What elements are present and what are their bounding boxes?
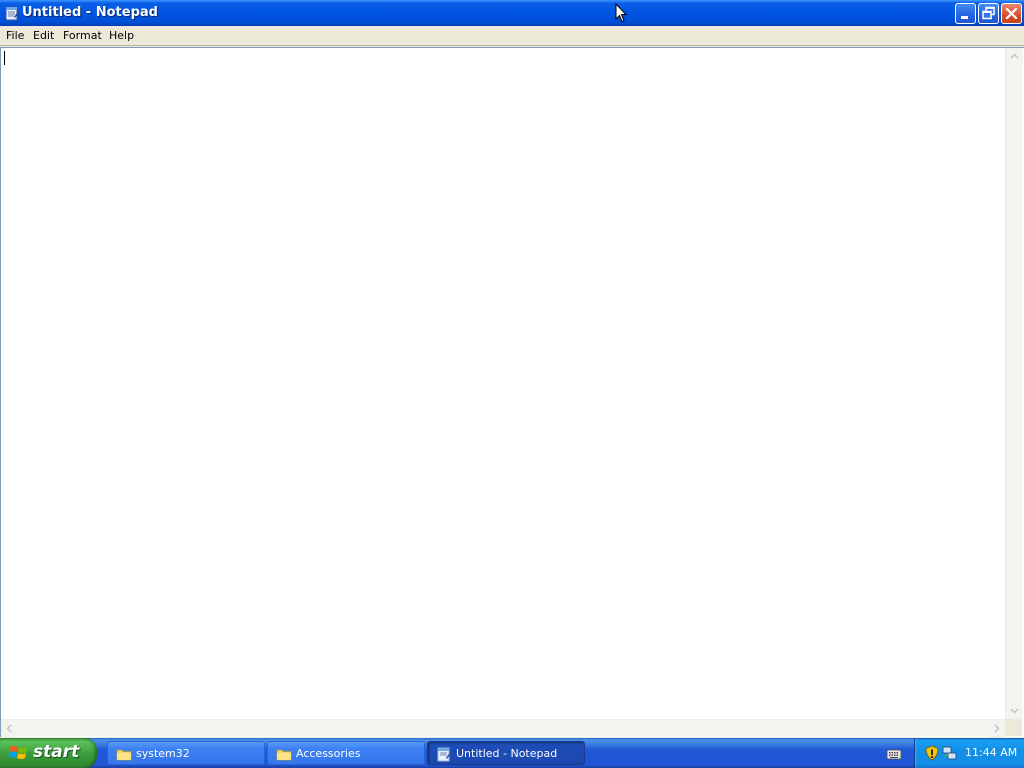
menu-format[interactable]: Format — [63, 29, 102, 42]
network-icon[interactable] — [942, 745, 958, 761]
taskbar-button-accessories[interactable]: Accessories — [267, 741, 425, 765]
horizontal-scrollbar[interactable] — [1, 719, 1005, 737]
system-tray: 11:44 AM — [914, 738, 1024, 768]
close-icon — [1005, 7, 1018, 20]
restore-icon — [982, 6, 995, 20]
scroll-right-arrow-icon — [994, 724, 1000, 733]
title-bar[interactable]: Untitled - Notepad — [0, 0, 1024, 26]
menu-edit[interactable]: Edit — [33, 29, 54, 42]
taskbar-button-notepad[interactable]: Untitled - Notepad — [427, 741, 585, 765]
scroll-up-button[interactable] — [1006, 48, 1023, 65]
start-label: start — [33, 742, 80, 762]
menu-bar: File Edit Format Help — [0, 26, 1024, 46]
scroll-down-arrow-icon — [1010, 708, 1019, 714]
scroll-up-arrow-icon — [1010, 53, 1019, 59]
security-shield-icon[interactable] — [924, 745, 940, 761]
taskbar: start system32 Accessories Untitled - No… — [0, 738, 1024, 768]
minimize-button[interactable] — [955, 3, 976, 24]
window-title: Untitled - Notepad — [22, 5, 158, 20]
notepad-icon — [5, 6, 20, 21]
minimize-icon — [961, 16, 968, 19]
notepad-icon — [437, 747, 452, 762]
vertical-scrollbar[interactable] — [1005, 48, 1023, 719]
close-button[interactable] — [1001, 3, 1022, 24]
start-button[interactable]: start — [0, 738, 97, 768]
scroll-right-button[interactable] — [988, 720, 1005, 737]
restore-button[interactable] — [978, 3, 999, 24]
scroll-down-button[interactable] — [1006, 702, 1023, 719]
folder-icon — [276, 749, 292, 761]
menu-help[interactable]: Help — [109, 29, 134, 42]
text-caret — [4, 51, 5, 65]
windows-logo-icon — [9, 746, 27, 759]
scroll-left-arrow-icon — [6, 724, 12, 733]
scroll-left-button[interactable] — [1, 720, 18, 737]
task-label: Untitled - Notepad — [456, 747, 558, 760]
taskbar-button-system32[interactable]: system32 — [107, 741, 265, 765]
text-editor[interactable] — [0, 47, 1024, 737]
resize-grip[interactable] — [1005, 719, 1022, 736]
menu-file[interactable]: File — [6, 29, 24, 42]
clock[interactable]: 11:44 AM — [965, 746, 1017, 759]
keyboard-icon[interactable] — [886, 747, 902, 761]
mouse-cursor-icon — [615, 3, 628, 23]
task-label: Accessories — [296, 747, 361, 760]
folder-icon — [116, 749, 132, 761]
task-label: system32 — [136, 747, 190, 760]
